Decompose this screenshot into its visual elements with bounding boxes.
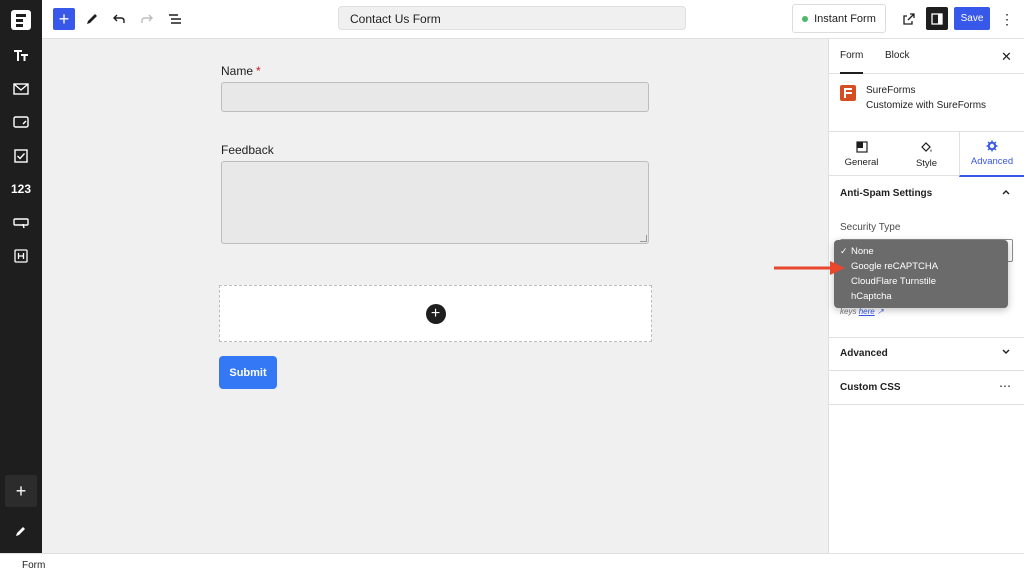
advanced-title: Advanced xyxy=(840,348,888,359)
plus-icon: + xyxy=(58,9,70,29)
paint-bucket-icon xyxy=(921,141,932,152)
instant-form-label: Instant Form xyxy=(814,12,876,25)
feedback-field-label: Feedback xyxy=(221,143,274,157)
sureforms-brand-icon xyxy=(840,85,856,101)
resize-handle-icon[interactable] xyxy=(640,235,647,242)
help-prefix: keys xyxy=(840,307,857,316)
more-horizontal-icon[interactable]: ⋯ xyxy=(999,379,1011,393)
tab-general-label: General xyxy=(844,157,879,168)
close-icon[interactable]: ✕ xyxy=(1001,49,1012,65)
feedback-textarea[interactable] xyxy=(221,161,649,244)
tab-advanced[interactable]: Advanced xyxy=(959,132,1024,177)
more-vertical-icon: ⋮ xyxy=(1000,10,1014,27)
save-button[interactable]: Save xyxy=(954,7,990,30)
input-field-icon[interactable] xyxy=(9,110,33,134)
tab-block[interactable]: Block xyxy=(885,39,909,74)
list-view-icon xyxy=(169,14,181,24)
sureforms-logo-icon xyxy=(11,9,31,30)
edit-rail-button[interactable] xyxy=(9,519,33,543)
plugin-description: Customize with SureForms xyxy=(866,100,987,111)
custom-css-section-header[interactable]: Custom CSS ⋯ xyxy=(829,371,1024,405)
tab-style-label: Style xyxy=(915,157,938,169)
pen-icon xyxy=(87,14,97,24)
option-none[interactable]: None xyxy=(834,244,1008,259)
anti-spam-title: Anti-Spam Settings xyxy=(840,188,933,199)
external-link-icon xyxy=(903,13,915,25)
name-label-text: Name xyxy=(221,64,254,78)
sidebar-tabs: Form Block ✕ xyxy=(829,39,1024,74)
annotation-arrow-icon xyxy=(774,261,845,275)
undo-icon xyxy=(113,14,125,23)
pen-icon xyxy=(16,527,25,536)
app: + Contact Us Form Instant Form Save ⋮ 12… xyxy=(0,0,1024,577)
name-field-label: Name * xyxy=(221,64,261,78)
required-mark: * xyxy=(256,64,261,78)
option-google-recaptcha[interactable]: Google reCAPTCHA xyxy=(834,259,1008,274)
settings-toggle-button[interactable] xyxy=(926,7,948,30)
layout-icon xyxy=(855,141,868,153)
button-block-icon[interactable] xyxy=(9,211,33,235)
add-block-rail-button[interactable]: + xyxy=(5,475,37,507)
option-hcaptcha[interactable]: hCaptcha xyxy=(834,289,1008,304)
tab-form[interactable]: Form xyxy=(840,39,864,74)
advanced-section-header[interactable]: Advanced xyxy=(829,337,1024,371)
heading-icon[interactable] xyxy=(9,244,33,268)
custom-css-title: Custom CSS xyxy=(840,382,901,393)
tools-button[interactable] xyxy=(81,8,103,30)
plus-icon: + xyxy=(15,480,27,501)
preview-external-button[interactable] xyxy=(898,8,920,30)
anti-spam-section-header[interactable]: Anti-Spam Settings xyxy=(829,177,1024,211)
tab-advanced-label: Advanced xyxy=(970,156,1014,167)
help-text: keys here ↗ xyxy=(840,307,884,316)
tab-style[interactable]: Style xyxy=(894,132,959,177)
redo-icon xyxy=(141,14,153,23)
redo-button[interactable] xyxy=(136,8,158,30)
add-block-button[interactable]: + xyxy=(53,8,75,30)
block-appender[interactable]: + xyxy=(219,285,652,342)
settings-sub-tabs: General Style Advanced xyxy=(829,131,1024,177)
form-canvas: Name * Feedback + Submit xyxy=(42,39,828,553)
checkbox-icon[interactable] xyxy=(9,144,33,168)
option-cloudflare-turnstile[interactable]: CloudFlare Turnstile xyxy=(834,274,1008,289)
mail-icon[interactable] xyxy=(9,77,33,101)
top-toolbar: + Contact Us Form Instant Form Save ⋮ xyxy=(0,0,1024,39)
help-link[interactable]: here xyxy=(859,307,875,316)
instant-form-button[interactable]: Instant Form xyxy=(792,4,886,33)
status-dot-icon xyxy=(802,15,809,22)
submit-button[interactable]: Submit xyxy=(219,356,277,389)
name-input[interactable] xyxy=(221,82,649,112)
chevron-up-icon xyxy=(1001,187,1011,200)
tab-general[interactable]: General xyxy=(829,132,894,177)
number-field-icon[interactable]: 123 xyxy=(9,177,33,201)
plus-circle-icon: + xyxy=(425,303,446,324)
external-arrow-icon: ↗ xyxy=(876,307,884,316)
document-title[interactable]: Contact Us Form xyxy=(338,6,686,30)
site-logo[interactable] xyxy=(0,0,42,39)
security-type-dropdown: None Google reCAPTCHA CloudFlare Turnsti… xyxy=(834,240,1008,308)
block-rail: 123 + xyxy=(0,39,42,553)
gear-icon xyxy=(986,140,998,152)
status-bar: Form xyxy=(0,553,1024,577)
undo-button[interactable] xyxy=(108,8,130,30)
security-type-label: Security Type xyxy=(840,222,901,233)
plugin-info: SureForms Customize with SureForms xyxy=(840,85,1020,115)
options-button[interactable]: ⋮ xyxy=(996,8,1018,30)
plugin-name: SureForms xyxy=(866,85,916,96)
sidebar-panel-icon xyxy=(931,12,943,25)
breadcrumb-form[interactable]: Form xyxy=(22,560,45,571)
typography-icon[interactable] xyxy=(9,44,33,68)
document-overview-button[interactable] xyxy=(164,8,186,30)
chevron-down-icon xyxy=(1001,347,1011,360)
